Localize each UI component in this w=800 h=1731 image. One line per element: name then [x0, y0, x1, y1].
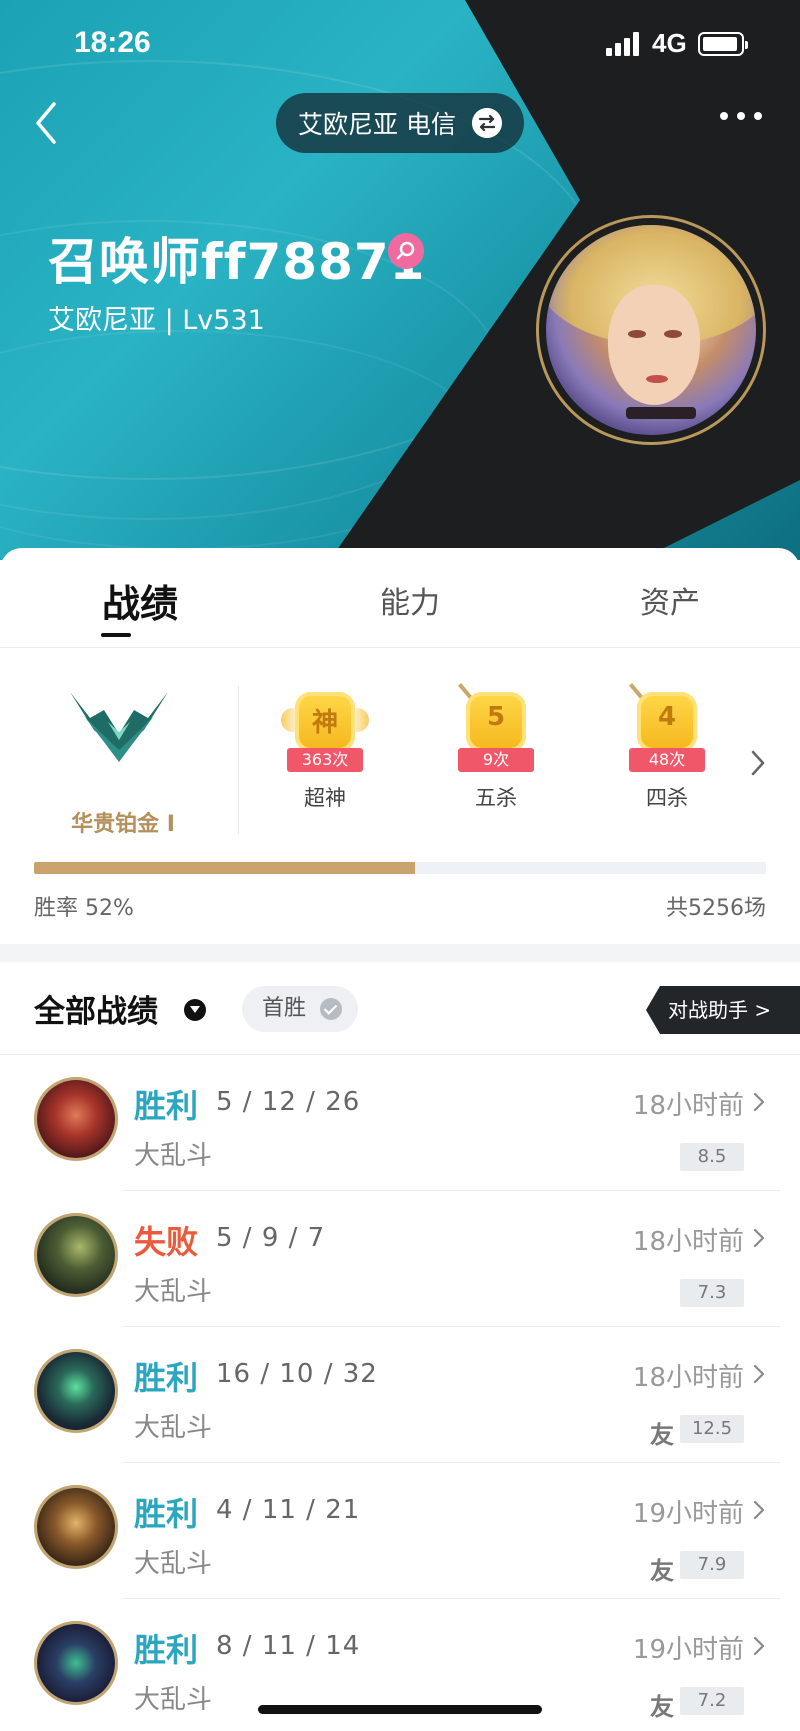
match-score: 7.9 — [680, 1551, 744, 1579]
tab-record[interactable]: 战绩 — [102, 573, 178, 628]
match-row[interactable]: 胜利 16 / 10 / 32 大乱斗 18小时前 12.5 友 — [0, 1327, 800, 1463]
match-result: 胜利 — [134, 1495, 199, 1533]
profile-header: 18:26 4G 艾欧尼亚 电信 召唤师ff78871 艾欧尼亚 | Lv531 — [0, 0, 800, 560]
win-rate-bar — [34, 862, 766, 874]
match-time: 18小时前 — [632, 1363, 744, 1393]
chevron-right-icon — [753, 1500, 765, 1520]
chevron-right-icon — [753, 1092, 765, 1112]
friend-badge: 友 — [650, 1421, 674, 1449]
match-mode: 大乱斗 — [134, 1685, 213, 1715]
female-icon — [388, 233, 424, 269]
match-score: 7.3 — [680, 1279, 744, 1307]
achievement-glyph: 神 — [311, 708, 338, 738]
rank-name: 华贵铂金 I — [71, 812, 175, 837]
match-time: 18小时前 — [632, 1227, 744, 1257]
match-kda: 16 / 10 / 32 — [216, 1359, 378, 1389]
champion-icon — [34, 1077, 118, 1161]
battle-assistant-button[interactable]: 对战助手 > — [646, 986, 800, 1034]
friend-badge: 友 — [650, 1557, 674, 1585]
home-indicator[interactable] — [258, 1705, 542, 1714]
record-filter-title[interactable]: 全部战绩 — [34, 986, 158, 1031]
rank-emblem-icon[interactable] — [64, 682, 174, 772]
match-result: 胜利 — [134, 1359, 199, 1397]
match-score: 7.2 — [680, 1687, 744, 1715]
champion-icon — [34, 1621, 118, 1705]
chevron-right-icon[interactable] — [748, 748, 768, 778]
achievement-count: 48次 — [629, 748, 705, 772]
match-time: 19小时前 — [632, 1635, 744, 1665]
signal-icon — [606, 32, 644, 56]
section-separator — [0, 944, 800, 962]
server-switch-button[interactable]: 艾欧尼亚 电信 — [276, 93, 524, 153]
first-win-label: 首胜 — [262, 996, 307, 1021]
achievement-count: 363次 — [287, 748, 363, 772]
match-mode: 大乱斗 — [134, 1413, 213, 1443]
match-score: 12.5 — [680, 1415, 744, 1443]
summoner-name: 召唤师ff78871 — [48, 233, 426, 291]
match-mode: 大乱斗 — [134, 1549, 213, 1579]
friend-badge: 友 — [650, 1693, 674, 1721]
match-result: 胜利 — [134, 1631, 199, 1669]
match-row[interactable]: 胜利 4 / 11 / 21 大乱斗 19小时前 7.9 友 — [0, 1463, 800, 1599]
match-time: 18小时前 — [632, 1091, 744, 1121]
server-label: 艾欧尼亚 电信 — [298, 110, 456, 139]
achievement-label: 四杀 — [646, 786, 688, 810]
win-rate-fill — [34, 862, 415, 874]
content-card: 战绩 能力 资产 华贵铂金 I 神 363次 超神 5 9次 五杀 4 48次 … — [0, 548, 800, 1731]
champion-icon — [34, 1349, 118, 1433]
achievement-label: 超神 — [304, 786, 346, 810]
check-icon — [320, 998, 342, 1020]
match-kda: 4 / 11 / 21 — [216, 1495, 361, 1525]
chevron-right-icon — [753, 1228, 765, 1248]
swap-icon — [472, 108, 502, 138]
tab-ability[interactable]: 能力 — [380, 578, 440, 622]
status-time: 18:26 — [74, 26, 151, 59]
chevron-down-icon[interactable] — [184, 999, 206, 1021]
champion-icon — [34, 1485, 118, 1569]
network-type: 4G — [652, 28, 687, 58]
region-level: 艾欧尼亚 | Lv531 — [48, 305, 265, 336]
match-time: 19小时前 — [632, 1499, 744, 1529]
achievement-legendary[interactable]: 神 363次 超神 — [275, 688, 375, 812]
match-row[interactable]: 胜利 5 / 12 / 26 大乱斗 18小时前 8.5 — [0, 1055, 800, 1191]
champion-icon — [34, 1213, 118, 1297]
achievement-glyph: 5 — [486, 702, 506, 732]
back-arrow-icon[interactable] — [28, 98, 68, 148]
divider — [238, 686, 239, 834]
first-win-chip[interactable]: 首胜 — [242, 986, 358, 1032]
tab-bar: 战绩 能力 资产 — [0, 548, 800, 648]
chevron-right-icon — [753, 1364, 765, 1384]
avatar-image — [546, 225, 756, 435]
match-kda: 5 / 9 / 7 — [216, 1223, 326, 1253]
achievement-quadrakill[interactable]: 4 48次 四杀 — [617, 683, 717, 812]
total-games: 共5256场 — [666, 896, 766, 921]
chevron-right-icon — [753, 1636, 765, 1656]
match-kda: 5 / 12 / 26 — [216, 1087, 361, 1117]
avatar[interactable] — [536, 215, 766, 445]
match-mode: 大乱斗 — [134, 1141, 213, 1171]
battery-icon — [698, 32, 748, 56]
match-result: 胜利 — [134, 1087, 199, 1125]
match-kda: 8 / 11 / 14 — [216, 1631, 361, 1661]
more-icon[interactable] — [720, 112, 762, 126]
match-result: 失败 — [134, 1223, 199, 1261]
achievement-label: 五杀 — [475, 786, 517, 810]
match-row[interactable]: 失败 5 / 9 / 7 大乱斗 18小时前 7.3 — [0, 1191, 800, 1327]
tab-assets[interactable]: 资产 — [640, 578, 700, 622]
match-score: 8.5 — [680, 1143, 744, 1171]
tab-active-indicator — [101, 633, 131, 637]
status-bar: 18:26 4G — [0, 0, 800, 90]
win-rate-label: 胜率 52% — [34, 896, 134, 921]
achievement-glyph: 4 — [657, 702, 677, 732]
match-mode: 大乱斗 — [134, 1277, 213, 1307]
achievement-count: 9次 — [458, 748, 534, 772]
achievement-pentakill[interactable]: 5 9次 五杀 — [446, 683, 546, 812]
